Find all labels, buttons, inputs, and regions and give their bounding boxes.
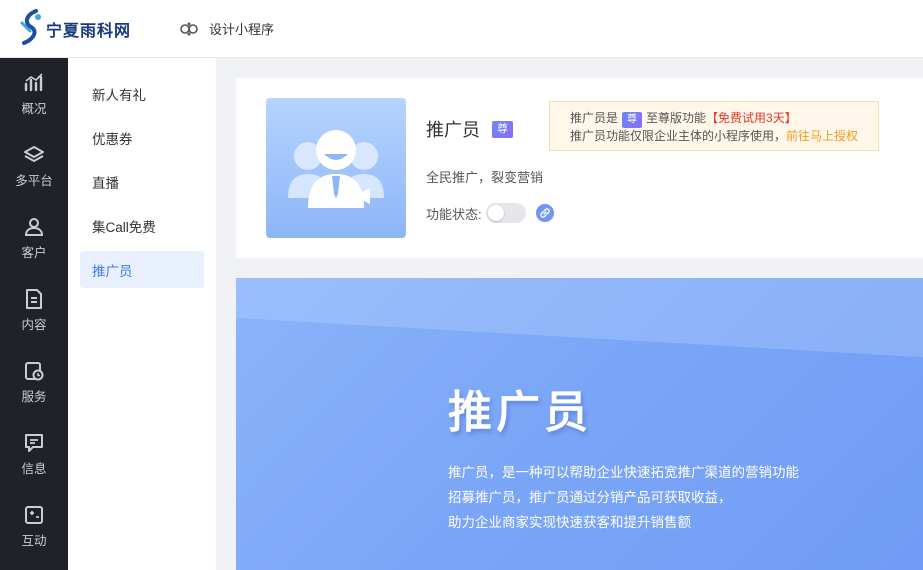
premium-badge: 尊: [492, 120, 513, 138]
banner-title: 推广员: [448, 388, 592, 437]
logo-text: 宁夏雨科网: [46, 20, 132, 40]
nav-item-multiplatform[interactable]: 多平台: [0, 130, 68, 202]
banner-line: 招募推广员，推广员通过分销产品可获取收益，: [448, 490, 732, 505]
submenu-item-call-free[interactable]: 集Call免费: [80, 207, 204, 244]
top-header: 宁夏雨科网 设计小程序: [0, 0, 923, 58]
brand-logo[interactable]: 宁夏雨科网: [18, 8, 132, 49]
app-switch-label: 设计小程序: [209, 22, 275, 37]
user-icon: [24, 217, 44, 236]
notice-prefix: 推广员是: [570, 111, 619, 125]
link-icon: [539, 208, 550, 218]
notice-restriction: 推广员功能仅限企业主体的小程序使用，: [570, 129, 787, 143]
plugin-title-row: 推广员 尊: [426, 116, 513, 142]
submenu-item-live[interactable]: 直播: [80, 163, 204, 200]
notice-line-2: 推广员功能仅限企业主体的小程序使用，前往马上授权: [570, 128, 878, 145]
nav-label: 多平台: [15, 173, 53, 188]
message-icon: [25, 433, 43, 452]
banner-text: 推广员，是一种可以帮助企业快速拓宽推广渠道的营销功能 招募推广员，推广员通过分销…: [448, 460, 799, 535]
authorize-link[interactable]: 前往马上授权: [786, 129, 858, 143]
status-row: 功能状态:: [426, 203, 554, 223]
submenu-item-promoter[interactable]: 推广员: [80, 251, 204, 288]
logo-mark-icon: [20, 8, 41, 45]
free-trial-text: 【免费试用3天】: [706, 111, 797, 125]
promoter-banner: 推广员 推广员，是一种可以帮助企业快速拓宽推广渠道的营销功能 招募推广员，推广员…: [236, 278, 923, 570]
submenu-item-coupon[interactable]: 优惠券: [80, 119, 204, 156]
nav-item-interact[interactable]: 互动: [0, 490, 68, 562]
nav-item-overview[interactable]: 概况: [0, 58, 68, 130]
document-icon: [26, 288, 42, 309]
banner-line: 助力企业商家实现快速获客和提升销售额: [448, 515, 691, 530]
submenu-item-newcomer-gift[interactable]: 新人有礼: [80, 75, 204, 112]
nav-label: 互动: [21, 533, 47, 548]
miniprogram-icon: [180, 22, 198, 35]
nav-item-service[interactable]: 服务: [0, 346, 68, 418]
promoter-people-icon: [288, 130, 384, 208]
plugin-card: 推广员 尊 全民推广，裂变营销 功能状态: 推广员是尊至尊版功能【免费试用3天】…: [236, 78, 923, 258]
nav-label: 概况: [21, 101, 47, 116]
layers-icon: [24, 145, 44, 162]
premium-notice: 推广员是尊至尊版功能【免费试用3天】 推广员功能仅限企业主体的小程序使用，前往马…: [549, 101, 879, 151]
notice-premium-badge: 尊: [622, 112, 643, 128]
interact-icon: [25, 505, 43, 524]
notice-line-1: 推广员是尊至尊版功能【免费试用3天】: [570, 110, 878, 128]
banner-line: 推广员，是一种可以帮助企业快速拓宽推广渠道的营销功能: [448, 465, 799, 480]
nav-label: 信息: [21, 461, 47, 476]
status-toggle[interactable]: [485, 203, 526, 223]
design-miniprogram-link[interactable]: 设计小程序: [179, 19, 274, 38]
nav-label: 客户: [21, 245, 47, 260]
status-label: 功能状态:: [426, 206, 482, 222]
nav-label: 内容: [21, 317, 47, 332]
service-clock-icon: [25, 361, 44, 380]
nav-label: 服务: [21, 389, 47, 404]
marketing-submenu: 新人有礼 优惠券 直播 集Call免费 推广员: [68, 58, 216, 570]
chart-bars-icon: [24, 72, 43, 91]
main-nav: 概况 多平台 客户 内容 服务 信息 互动: [0, 58, 68, 570]
promoter-illustration: [266, 98, 406, 238]
nav-item-message[interactable]: 信息: [0, 418, 68, 490]
plugin-description: 全民推广，裂变营销: [426, 170, 544, 185]
link-button[interactable]: [535, 204, 554, 222]
notice-suffix: 至尊版功能: [646, 111, 707, 125]
nav-item-customer[interactable]: 客户: [0, 202, 68, 274]
nav-item-content[interactable]: 内容: [0, 274, 68, 346]
plugin-title: 推广员: [426, 120, 480, 140]
